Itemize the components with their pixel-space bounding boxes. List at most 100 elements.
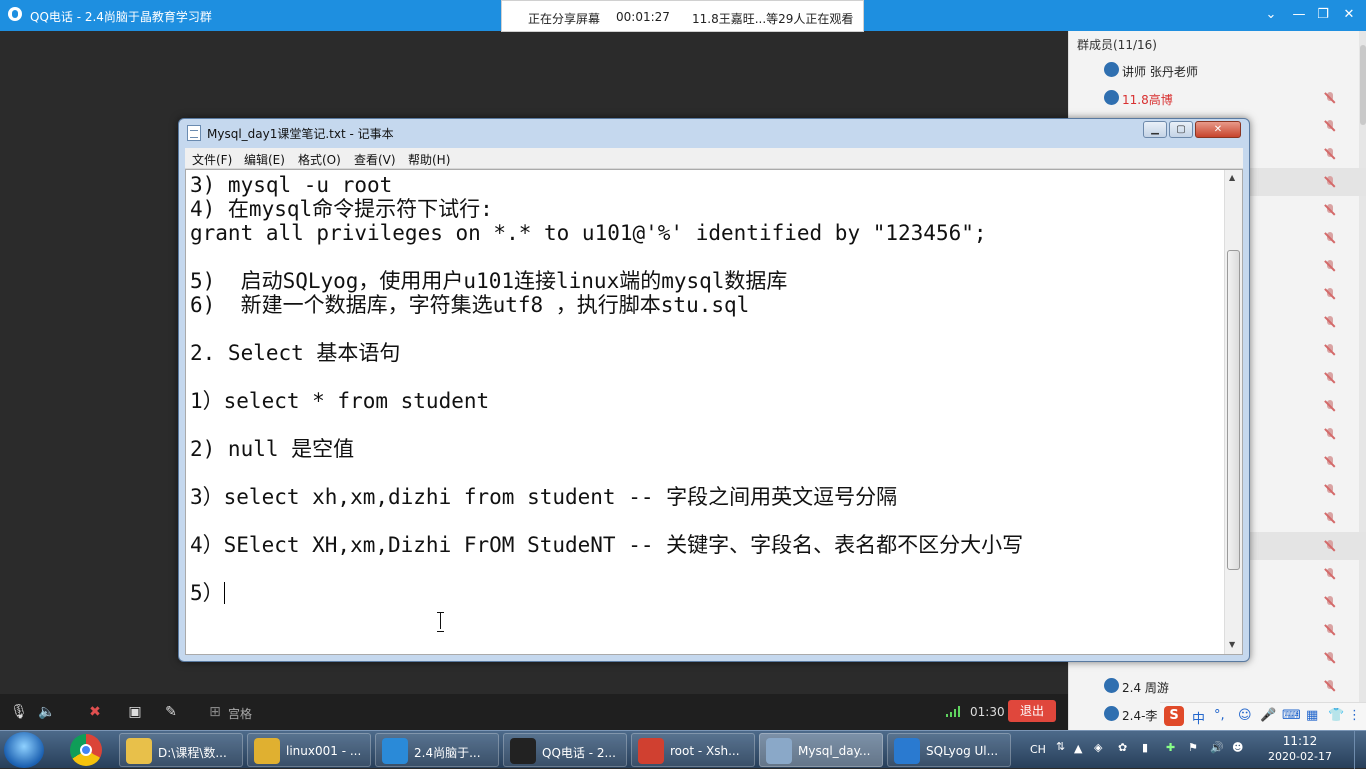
tray-ime-icon[interactable]: ⇅: [1056, 740, 1065, 753]
menu-view[interactable]: 查看(V): [354, 151, 396, 168]
notepad-maximize-button[interactable]: ▢: [1169, 121, 1193, 138]
text-line: 1）select * from student: [190, 389, 490, 413]
muted-mic-icon: [1324, 92, 1336, 104]
member-row[interactable]: 讲师 张丹老师: [1068, 56, 1366, 84]
volume-tray-icon[interactable]: 🔊: [1210, 741, 1224, 754]
text-line: 4) 在mysql命令提示符下试行:: [190, 197, 493, 221]
grid-layout-label[interactable]: 宫格: [228, 705, 252, 722]
taskbar-item[interactable]: QQ电话 - 2...: [503, 733, 627, 767]
muted-mic-icon: [1324, 316, 1336, 328]
avatar: [1104, 90, 1119, 105]
emoji-icon[interactable]: ☺: [1238, 708, 1252, 723]
sogou-ime-icon[interactable]: S: [1164, 706, 1184, 726]
network-tray-icon[interactable]: ◈: [1094, 741, 1102, 754]
menu-help[interactable]: 帮助(H): [408, 151, 450, 168]
expand-down-icon[interactable]: ⌄: [1262, 6, 1280, 24]
notepad-scroll-thumb[interactable]: [1227, 250, 1240, 570]
punctuation-icon[interactable]: °,: [1214, 708, 1225, 723]
exit-call-button[interactable]: 退出: [1008, 700, 1056, 722]
app-icon: [382, 738, 408, 764]
qq-call-toolbar: 🎙 🔈 ✖ ▣ ✎ ⊞ 宫格 01:30 退出: [0, 694, 1068, 730]
show-desktop-button[interactable]: [1354, 731, 1366, 769]
text-line-current: 5）: [190, 581, 1023, 605]
text-line: [190, 461, 1023, 485]
taskbar-item[interactable]: Mysql_day...: [759, 733, 883, 767]
close-button[interactable]: ✕: [1340, 6, 1358, 24]
avatar: [1104, 678, 1119, 693]
muted-mic-icon: [1324, 372, 1336, 384]
muted-mic-icon: [1324, 428, 1336, 440]
muted-mic-icon: [1324, 596, 1336, 608]
taskbar-item[interactable]: 2.4尚脑于...: [375, 733, 499, 767]
muted-mic-icon: [1324, 484, 1336, 496]
ime-menu-icon[interactable]: ⋮⋮: [1348, 708, 1366, 723]
camera-off-icon[interactable]: ✖: [86, 703, 104, 721]
text-line: [190, 317, 1023, 341]
muted-mic-icon: [1324, 260, 1336, 272]
toolbox-icon[interactable]: ▦: [1306, 708, 1318, 723]
ime-toolbar: S 中 °, ☺ 🎤 ⌨ ▦ 👕 ⋮⋮: [1160, 702, 1366, 730]
notepad-window[interactable]: Mysql_day1课堂笔记.txt - 记事本 ▁ ▢ ✕ 文件(F) 编辑(…: [178, 118, 1250, 662]
text-line: [190, 413, 1023, 437]
text-line: 4）SElect XH,xm,Dizhi FrOM StudeNT -- 关键字…: [190, 533, 1024, 557]
text-line: 3）select xh,xm,dizhi from student -- 字段之…: [190, 485, 898, 509]
skin-icon[interactable]: 👕: [1328, 708, 1344, 723]
restore-button[interactable]: ❐: [1314, 6, 1332, 24]
muted-mic-icon: [1324, 652, 1336, 664]
taskbar-item[interactable]: root - Xsh...: [631, 733, 755, 767]
menu-format[interactable]: 格式(O): [298, 151, 341, 168]
muted-mic-icon: [1324, 680, 1336, 692]
notepad-text[interactable]: 3) mysql -u root 4) 在mysql命令提示符下试行: grant …: [190, 173, 1023, 605]
taskbar-item-label: D:\课程\数...: [158, 746, 227, 760]
text-line: [190, 557, 1023, 581]
app-icon: [766, 738, 792, 764]
scroll-up-icon[interactable]: ▲: [1229, 173, 1235, 182]
grid-layout-icon[interactable]: ⊞: [206, 703, 224, 721]
ime-mode[interactable]: 中: [1192, 708, 1205, 727]
member-row[interactable]: 2.4 周游: [1068, 672, 1366, 700]
speaker-icon[interactable]: 🔈: [38, 703, 56, 721]
flag-tray-icon[interactable]: ⚑: [1188, 741, 1198, 754]
muted-mic-icon: [1324, 344, 1336, 356]
security-tray-icon[interactable]: ✚: [1166, 741, 1175, 754]
text-line: [190, 365, 1023, 389]
share-status: 正在分享屏幕: [528, 12, 601, 26]
text-line: grant all privileges on *.* to u101@'%' …: [190, 221, 987, 245]
minimize-button[interactable]: —: [1290, 6, 1308, 24]
input-language[interactable]: CH: [1030, 743, 1046, 756]
muted-mic-icon: [1324, 148, 1336, 160]
member-name: 2.4-李: [1122, 709, 1158, 723]
keyboard-icon[interactable]: ⌨: [1282, 708, 1301, 723]
notepad-close-button[interactable]: ✕: [1195, 121, 1241, 138]
microphone-icon[interactable]: 🎙: [10, 703, 28, 721]
menu-file[interactable]: 文件(F): [192, 151, 232, 168]
start-button[interactable]: [4, 732, 44, 768]
clock-date: 2020-02-17: [1268, 750, 1332, 763]
usb-tray-icon[interactable]: ▮: [1142, 741, 1148, 754]
tray-expand-icon[interactable]: ▲: [1074, 742, 1082, 755]
clock[interactable]: 11:12 2020-02-17: [1268, 734, 1332, 764]
clock-time: 11:12: [1282, 734, 1318, 748]
member-row[interactable]: 11.8高博: [1068, 84, 1366, 112]
taskbar-item[interactable]: SQLyog Ul...: [887, 733, 1011, 767]
whiteboard-icon[interactable]: ✎: [162, 703, 180, 721]
notepad-text-area[interactable]: 3) mysql -u root 4) 在mysql命令提示符下试行: grant …: [185, 169, 1243, 655]
chrome-icon[interactable]: [70, 734, 102, 766]
app-icon: [254, 738, 280, 764]
taskbar-item[interactable]: linux001 - ...: [247, 733, 371, 767]
notepad-vertical-scrollbar[interactable]: ▲ ▼: [1224, 170, 1242, 654]
scroll-down-icon[interactable]: ▼: [1229, 640, 1235, 649]
qq-tray-icon[interactable]: ☻: [1232, 741, 1243, 754]
app-tray-icon[interactable]: ✿: [1118, 741, 1127, 754]
app-icon: [638, 738, 664, 764]
voice-input-icon[interactable]: 🎤: [1260, 708, 1276, 723]
taskbar-item[interactable]: D:\课程\数...: [119, 733, 243, 767]
text-line: 6) 新建一个数据库，字符集选utf8 ，执行脚本stu.sql: [190, 293, 750, 317]
ibeam-cursor-icon: [436, 612, 446, 632]
menu-edit[interactable]: 编辑(E): [244, 151, 285, 168]
share-timer: 00:01:27: [616, 10, 670, 24]
signal-strength-icon: [946, 705, 964, 717]
screen-share-icon[interactable]: ▣: [126, 703, 144, 721]
muted-mic-icon: [1324, 540, 1336, 552]
notepad-minimize-button[interactable]: ▁: [1143, 121, 1167, 138]
